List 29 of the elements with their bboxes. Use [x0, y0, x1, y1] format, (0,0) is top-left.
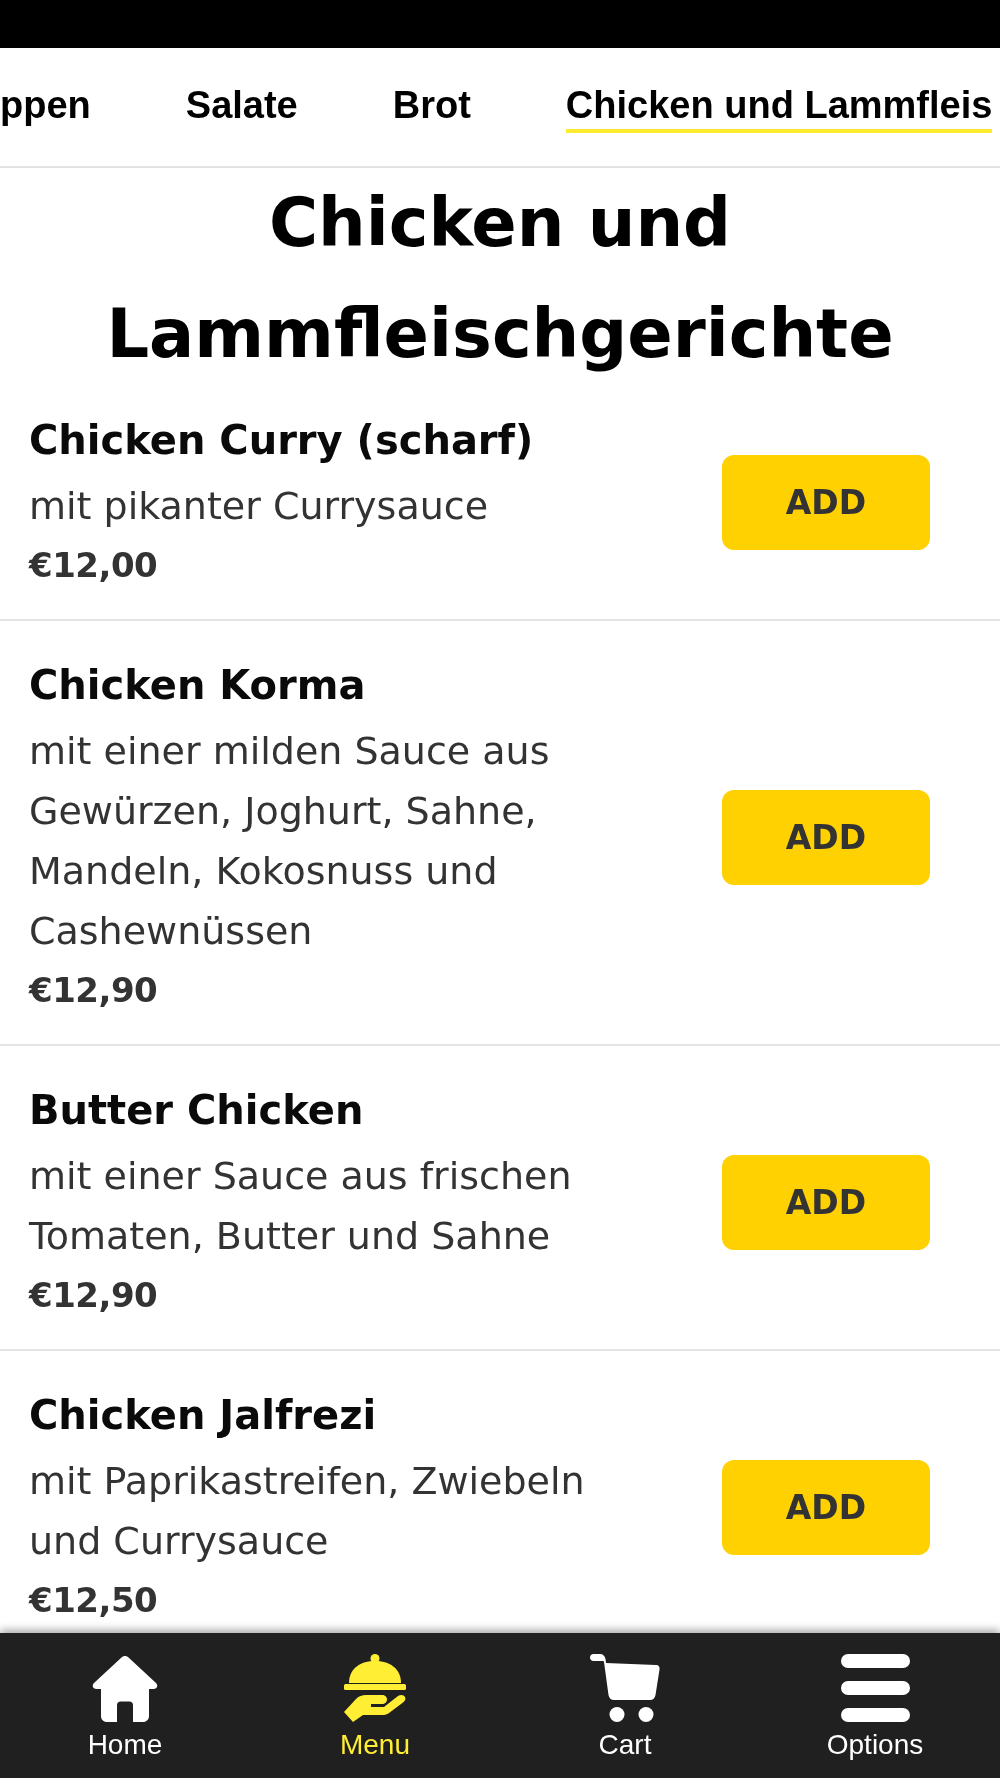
cart-icon	[590, 1654, 660, 1722]
hamburger-menu-icon	[840, 1654, 910, 1722]
dish-price: €12,90	[29, 1274, 159, 1317]
category-tab[interactable]: Chicken und Lammfleis	[565, 83, 993, 133]
add-button[interactable]: ADD	[722, 1459, 930, 1555]
category-tab[interactable]: Brot	[392, 83, 471, 133]
dish-price: €12,00	[29, 544, 159, 587]
nav-tab[interactable]: Home	[0, 1633, 250, 1778]
dish-name: Butter Chicken	[29, 1086, 365, 1135]
nav-tab[interactable]: Menu	[250, 1633, 500, 1778]
add-button[interactable]: ADD	[722, 789, 930, 885]
house-icon	[91, 1654, 159, 1722]
category-tab[interactable]: ppen	[0, 83, 91, 133]
dish-description: mit einer milden Sauce aus Gewürzen, Joghurt, Sahne, Mandeln, Kokosnuss und Cashewnüssen	[29, 728, 551, 955]
add-button[interactable]: ADD	[722, 1154, 930, 1250]
dish-description: mit pikanter Currysauce	[29, 483, 490, 530]
dish-description: mit Paprikastreifen, Zwiebeln und Currysauce	[29, 1458, 586, 1565]
dish-price: €12,90	[29, 969, 159, 1012]
cloche-on-hand-icon	[344, 1654, 406, 1722]
dish-name: Chicken Curry (scharf)	[29, 416, 535, 465]
add-button[interactable]: ADD	[722, 454, 930, 550]
section-heading: Chicken und Lammfleischgerichte	[105, 183, 895, 375]
nav-tab[interactable]: Options	[750, 1633, 1000, 1778]
dish-price: €12,50	[29, 1579, 159, 1622]
nav-tab[interactable]: Cart	[500, 1633, 750, 1778]
category-tab[interactable]: Salate	[185, 83, 298, 133]
dish-description: mit einer Sauce aus frischen Tomaten, Butter und Sahne	[29, 1153, 573, 1260]
dish-name: Chicken Jalfrezi	[29, 1391, 378, 1440]
dish-name: Chicken Korma	[29, 661, 367, 710]
